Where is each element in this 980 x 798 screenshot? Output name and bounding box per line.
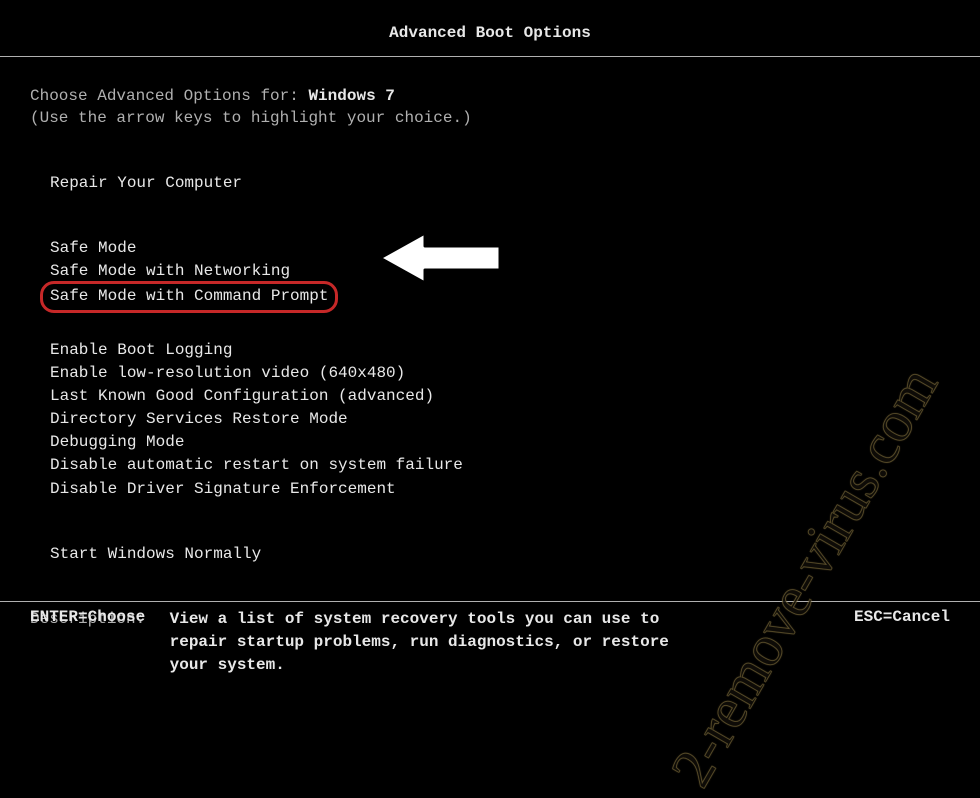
option-debugging-mode[interactable]: Debugging Mode: [50, 431, 980, 454]
page-title: Advanced Boot Options: [0, 0, 980, 56]
footer-bar: ENTER=Choose ESC=Cancel: [0, 601, 980, 626]
option-disable-auto-restart[interactable]: Disable automatic restart on system fail…: [50, 454, 980, 477]
os-name: Windows 7: [308, 87, 394, 105]
option-directory-services-restore[interactable]: Directory Services Restore Mode: [50, 408, 980, 431]
option-repair-your-computer[interactable]: Repair Your Computer: [50, 172, 980, 195]
option-disable-driver-signature[interactable]: Disable Driver Signature Enforcement: [50, 478, 980, 501]
option-last-known-good[interactable]: Last Known Good Configuration (advanced): [50, 385, 980, 408]
option-enable-boot-logging[interactable]: Enable Boot Logging: [50, 339, 980, 362]
option-safe-mode-command-prompt[interactable]: Safe Mode with Command Prompt: [50, 285, 328, 308]
footer-esc: ESC=Cancel: [854, 608, 950, 626]
intro-hint: (Use the arrow keys to highlight your ch…: [30, 107, 980, 129]
option-safe-mode-networking[interactable]: Safe Mode with Networking: [50, 260, 980, 283]
footer-enter: ENTER=Choose: [30, 608, 145, 626]
option-start-windows-normally[interactable]: Start Windows Normally: [50, 543, 980, 566]
option-safe-mode[interactable]: Safe Mode: [50, 237, 980, 260]
intro-line: Choose Advanced Options for: Windows 7: [30, 85, 980, 107]
intro-prefix: Choose Advanced Options for:: [30, 87, 308, 105]
option-low-res-video[interactable]: Enable low-resolution video (640x480): [50, 362, 980, 385]
